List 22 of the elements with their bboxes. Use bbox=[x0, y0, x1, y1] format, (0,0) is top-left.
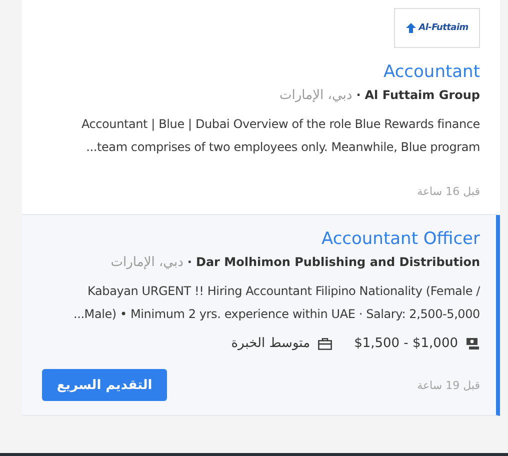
job-card[interactable] bbox=[22, 215, 500, 416]
company-name: Al Futtaim Group bbox=[364, 88, 480, 102]
quick-apply-button[interactable]: التقديم السريع bbox=[42, 369, 167, 401]
job-title[interactable]: Accountant bbox=[384, 62, 480, 82]
posted-time: قبل 19 ساعة bbox=[417, 378, 480, 392]
logo-mark-icon bbox=[406, 23, 416, 33]
job-title[interactable]: Accountant Officer bbox=[321, 229, 480, 249]
briefcase-icon bbox=[318, 338, 332, 350]
money-icon bbox=[466, 336, 480, 350]
separator-dot: · bbox=[187, 255, 192, 269]
job-location: دبي، الإمارات bbox=[110, 255, 184, 270]
job-description: Accountant | Blue | Dubai Overview of the role Blue Rewards finance bbox=[81, 116, 480, 133]
job-location: دبي، الإمارات bbox=[280, 88, 352, 103]
job-description: Kabayan URGENT !! Hiring Accountant Filipino Nationality (Female / bbox=[88, 283, 480, 300]
posted-time: قبل 16 ساعة bbox=[417, 185, 480, 198]
separator-dot: · bbox=[356, 88, 361, 102]
job-description: ...Male) • Minimum 2 yrs. experience within UAE · Salary: 2,500-5,000 bbox=[73, 306, 480, 323]
logo-text: Al-Futtaim bbox=[418, 23, 468, 33]
job-description: ...team comprises of two employees only. Meanwhile, Blue program bbox=[86, 139, 480, 156]
experience-level: متوسط الخبرة bbox=[231, 336, 310, 351]
company-name: Dar Molhimon Publishing and Distribution bbox=[196, 255, 480, 269]
salary-range: $1,500 - $1,000 bbox=[354, 336, 458, 351]
